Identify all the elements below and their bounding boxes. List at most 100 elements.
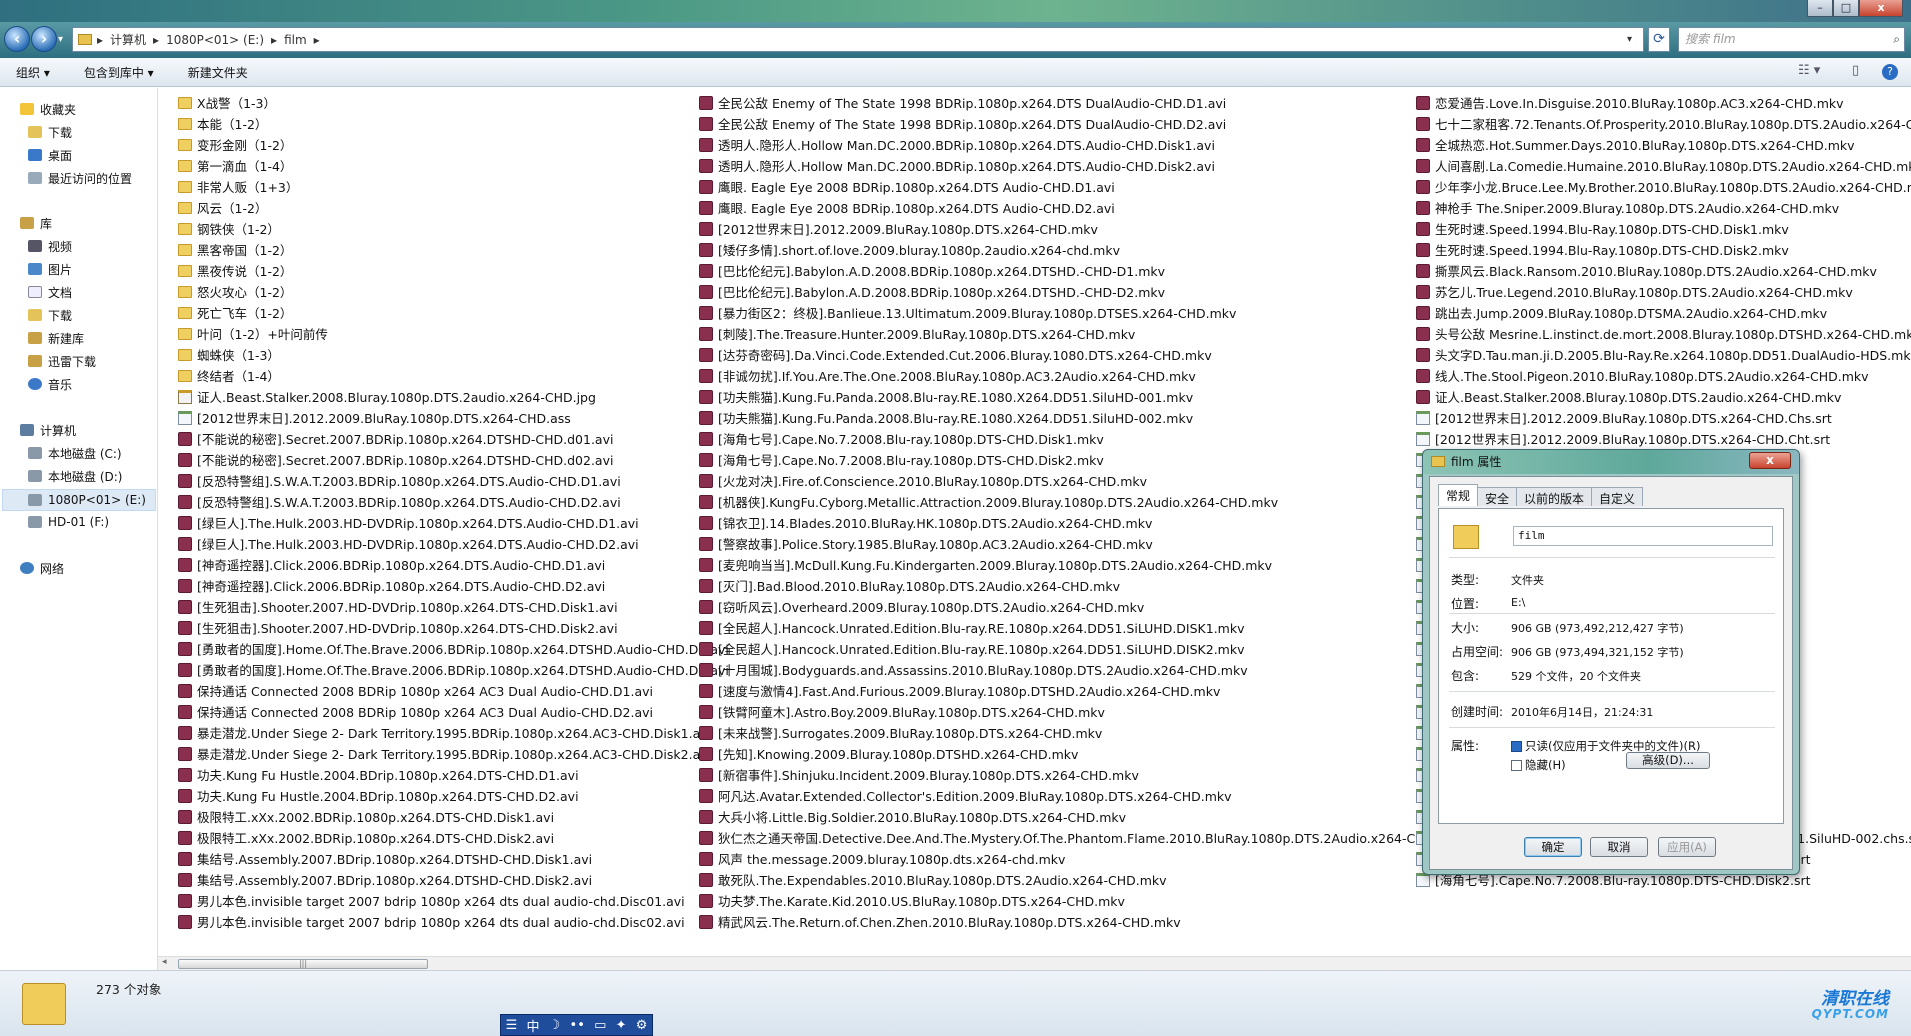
file-row[interactable]: [未来战警].Surrogates.2009.BluRay.1080p.DTS.… <box>699 722 1465 743</box>
file-row[interactable]: [矮仔多情].short.of.love.2009.bluray.1080p.2… <box>699 239 1465 260</box>
minimize-button[interactable]: – <box>1807 0 1833 17</box>
chevron-right-icon[interactable]: ▸ <box>314 33 320 47</box>
file-row[interactable]: [勇敢者的国度].Home.Of.The.Brave.2006.BDRip.10… <box>178 659 729 680</box>
file-row[interactable]: 黑夜传说（1-2） <box>178 260 729 281</box>
address-bar[interactable]: ▸ 计算机 ▸ 1080P<01> (E:) ▸ film ▸ ▾ <box>72 27 1644 52</box>
file-row[interactable]: [锦衣卫].14.Blades.2010.BluRay.HK.1080p.DTS… <box>699 512 1465 533</box>
nav-lib-downloads[interactable]: 下载 <box>28 306 72 324</box>
preview-pane-button[interactable]: ▯ <box>1852 63 1859 78</box>
file-row[interactable]: [达芬奇密码].Da.Vinci.Code.Extended.Cut.2006.… <box>699 344 1465 365</box>
file-row[interactable]: [绿巨人].The.Hulk.2003.HD-DVDRip.1080p.x264… <box>178 512 729 533</box>
file-row[interactable]: 生死时速.Speed.1994.Blu-Ray.1080p.DTS-CHD.Di… <box>1416 218 1911 239</box>
chevron-right-icon[interactable]: ▸ <box>153 33 159 47</box>
nav-drive-e[interactable]: 1080P<01> (E:) <box>2 489 156 511</box>
breadcrumb-computer[interactable]: 计算机 <box>110 31 146 48</box>
file-row[interactable]: [神奇遥控器].Click.2006.BDRip.1080p.x264.DTS.… <box>178 554 729 575</box>
file-row[interactable]: 敢死队.The.Expendables.2010.BluRay.1080p.DT… <box>699 869 1465 890</box>
file-row[interactable]: 生死时速.Speed.1994.Blu-Ray.1080p.DTS-CHD.Di… <box>1416 239 1911 260</box>
file-row[interactable]: 撕票风云.Black.Ransom.2010.BluRay.1080p.DTS.… <box>1416 260 1911 281</box>
file-row[interactable]: [2012世界末日].2012.2009.BluRay.1080p.DTS.x2… <box>1416 428 1911 449</box>
file-row[interactable]: 风声 the.message.2009.bluray.1080p.dts.x26… <box>699 848 1465 869</box>
apply-button[interactable]: 应用(A) <box>1658 837 1716 857</box>
file-row[interactable]: X战警（1-3） <box>178 92 729 113</box>
maximize-button[interactable]: □ <box>1833 0 1859 17</box>
file-row[interactable]: 透明人.隐形人.Hollow Man.DC.2000.BDRip.1080p.x… <box>699 134 1465 155</box>
breadcrumb-folder[interactable]: film <box>284 33 307 47</box>
file-row[interactable]: 跳出去.Jump.2009.BluRay.1080p.DTSMA.2Audio.… <box>1416 302 1911 323</box>
file-row[interactable]: [火龙对决].Fire.of.Conscience.2010.BluRay.10… <box>699 470 1465 491</box>
nav-lib-music[interactable]: 音乐 <box>28 375 72 393</box>
file-row[interactable]: [暴力街区2：终极].Banlieue.13.Ultimatum.2009.Bl… <box>699 302 1465 323</box>
horizontal-scrollbar[interactable]: ◂ ||| <box>158 956 1911 970</box>
include-in-library-button[interactable]: 包含到库中 ▾ <box>84 64 154 81</box>
file-row[interactable]: 暴走潜龙.Under Siege 2- Dark Territory.1995.… <box>178 743 729 764</box>
ime-punctuation-icon[interactable]: •• <box>570 1018 585 1033</box>
file-row[interactable]: [先知].Knowing.2009.Bluray.1080p.DTSHD.x26… <box>699 743 1465 764</box>
tab-security[interactable]: 安全 <box>1477 487 1518 506</box>
ime-keyboard-icon[interactable]: ▭ <box>594 1018 606 1033</box>
file-row[interactable]: 狄仁杰之通天帝国.Detective.Dee.And.The.Mystery.O… <box>699 827 1465 848</box>
file-row[interactable]: [非诚勿扰].If.You.Are.The.One.2008.BluRay.10… <box>699 365 1465 386</box>
file-row[interactable]: 少年李小龙.Bruce.Lee.My.Brother.2010.BluRay.1… <box>1416 176 1911 197</box>
file-row[interactable]: [不能说的秘密].Secret.2007.BDRip.1080p.x264.DT… <box>178 428 729 449</box>
new-folder-button[interactable]: 新建文件夹 <box>188 64 248 81</box>
file-row[interactable]: 七十二家租客.72.Tenants.Of.Prosperity.2010.Blu… <box>1416 113 1911 134</box>
ime-settings-icon[interactable]: ⚙ <box>636 1018 648 1033</box>
file-row[interactable]: 集结号.Assembly.2007.BDrip.1080p.x264.DTSHD… <box>178 848 729 869</box>
file-row[interactable]: 功夫.Kung Fu Hustle.2004.BDrip.1080p.x264.… <box>178 785 729 806</box>
file-row[interactable]: [2012世界末日].2012.2009.BluRay.1080p.DTS.x2… <box>699 218 1465 239</box>
breadcrumb-drive[interactable]: 1080P<01> (E:) <box>166 33 264 47</box>
forward-button[interactable]: › <box>31 26 57 52</box>
file-row[interactable]: [刺陵].The.Treasure.Hunter.2009.BluRay.108… <box>699 323 1465 344</box>
file-row[interactable]: 集结号.Assembly.2007.BDrip.1080p.x264.DTSHD… <box>178 869 729 890</box>
file-row[interactable]: [神奇遥控器].Click.2006.BDRip.1080p.x264.DTS.… <box>178 575 729 596</box>
back-button[interactable]: ‹ <box>4 26 30 52</box>
file-row[interactable]: 全城热恋.Hot.Summer.Days.2010.BluRay.1080p.D… <box>1416 134 1911 155</box>
tab-customize[interactable]: 自定义 <box>1591 487 1644 506</box>
nav-drive-c[interactable]: 本地磁盘 (C:) <box>28 444 122 462</box>
file-row[interactable]: 暴走潜龙.Under Siege 2- Dark Territory.1995.… <box>178 722 729 743</box>
file-row[interactable]: 本能（1-2） <box>178 113 729 134</box>
nav-lib-xunlei[interactable]: 迅雷下载 <box>28 352 96 370</box>
file-row[interactable]: 男儿本色.invisible target 2007 bdrip 1080p x… <box>178 890 729 911</box>
file-row[interactable]: 死亡飞车（1-2） <box>178 302 729 323</box>
view-options-button[interactable]: ☷ ▾ <box>1798 63 1820 78</box>
search-input[interactable]: 搜索 film ⌕ <box>1678 27 1905 52</box>
file-row[interactable]: 终结者（1-4） <box>178 365 729 386</box>
nav-favorites[interactable]: 收藏夹 <box>20 100 76 118</box>
file-row[interactable]: 鹰眼. Eagle Eye 2008 BDRip.1080p.x264.DTS … <box>699 176 1465 197</box>
file-row[interactable]: [新宿事件].Shinjuku.Incident.2009.Bluray.108… <box>699 764 1465 785</box>
file-row[interactable]: [警察故事].Police.Story.1985.BluRay.1080p.AC… <box>699 533 1465 554</box>
address-dropdown-icon[interactable]: ▾ <box>1627 34 1632 45</box>
nav-lib-videos[interactable]: 视频 <box>28 237 72 255</box>
file-row[interactable]: [反恐特警组].S.W.A.T.2003.BDRip.1080p.x264.DT… <box>178 491 729 512</box>
file-row[interactable]: 头文字D.Tau.man.ji.D.2005.Blu-Ray.Re.x264.1… <box>1416 344 1911 365</box>
file-row[interactable]: [功夫熊猫].Kung.Fu.Panda.2008.Blu-ray.RE.108… <box>699 386 1465 407</box>
file-row[interactable]: [巴比伦纪元].Babylon.A.D.2008.BDRip.1080p.x26… <box>699 260 1465 281</box>
file-row[interactable]: 人间喜剧.La.Comedie.Humaine.2010.BluRay.1080… <box>1416 155 1911 176</box>
file-row[interactable]: 证人.Beast.Stalker.2008.Bluray.1080p.DTS.2… <box>1416 386 1911 407</box>
nav-lib-pictures[interactable]: 图片 <box>28 260 72 278</box>
nav-fav-downloads[interactable]: 下载 <box>28 123 72 141</box>
folder-name-field[interactable]: film <box>1513 526 1773 546</box>
file-row[interactable]: [功夫熊猫].Kung.Fu.Panda.2008.Blu-ray.RE.108… <box>699 407 1465 428</box>
file-row[interactable]: 第一滴血（1-4） <box>178 155 729 176</box>
file-row[interactable]: 极限特工.xXx.2002.BDRip.1080p.x264.DTS-CHD.D… <box>178 827 729 848</box>
search-icon[interactable]: ⌕ <box>1893 28 1900 51</box>
file-row[interactable]: 苏乞儿.True.Legend.2010.BluRay.1080p.DTS.2A… <box>1416 281 1911 302</box>
help-button[interactable]: ? <box>1882 64 1898 80</box>
ime-skin-icon[interactable]: ✦ <box>616 1018 627 1033</box>
file-row[interactable]: [海角七号].Cape.No.7.2008.Blu-ray.1080p.DTS-… <box>699 449 1465 470</box>
file-row[interactable]: 透明人.隐形人.Hollow Man.DC.2000.BDRip.1080p.x… <box>699 155 1465 176</box>
file-row[interactable]: 保持通话 Connected 2008 BDRip 1080p x264 AC3… <box>178 680 729 701</box>
file-row[interactable]: [窃听风云].Overheard.2009.Bluray.1080p.DTS.2… <box>699 596 1465 617</box>
file-row[interactable]: [铁臂阿童木].Astro.Boy.2009.BluRay.1080p.DTS.… <box>699 701 1465 722</box>
file-row[interactable]: 头号公敌 Mesrine.L.instinct.de.mort.2008.Blu… <box>1416 323 1911 344</box>
nav-drive-d[interactable]: 本地磁盘 (D:) <box>28 467 122 485</box>
file-row[interactable]: [2012世界末日].2012.2009.BluRay.1080p.DTS.x2… <box>178 407 729 428</box>
file-row[interactable]: 男儿本色.invisible target 2007 bdrip 1080p x… <box>178 911 729 932</box>
file-row[interactable]: [机器侠].KungFu.Cyborg.Metallic.Attraction.… <box>699 491 1465 512</box>
nav-fav-desktop[interactable]: 桌面 <box>28 146 72 164</box>
file-row[interactable]: 保持通话 Connected 2008 BDRip 1080p x264 AC3… <box>178 701 729 722</box>
dialog-close-button[interactable]: x <box>1749 452 1791 469</box>
